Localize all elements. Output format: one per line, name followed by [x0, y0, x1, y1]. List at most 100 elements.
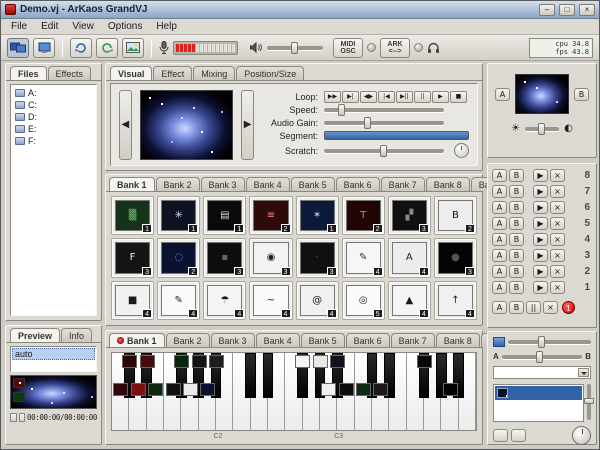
tab-kb-bank-7[interactable]: Bank 7: [391, 333, 435, 347]
tab-bank-5[interactable]: Bank 5: [291, 177, 335, 191]
assign-a-button[interactable]: A: [492, 281, 507, 294]
loop-mode-play-button[interactable]: ▶: [432, 91, 449, 103]
master-a-button[interactable]: A: [492, 301, 507, 314]
clear-layer-button[interactable]: ×: [550, 265, 565, 278]
tab-effect[interactable]: Effect: [153, 66, 192, 80]
tree-item-drive[interactable]: E:: [13, 123, 94, 135]
assign-b-button[interactable]: B: [509, 217, 524, 230]
grid-cell[interactable]: ☂4: [203, 281, 246, 320]
tab-bank-6[interactable]: Bank 6: [336, 177, 380, 191]
key-thumbnail[interactable]: [373, 383, 388, 396]
clear-layer-button[interactable]: ×: [550, 281, 565, 294]
grid-cell[interactable]: ▤1: [203, 196, 246, 235]
minimize-button[interactable]: –: [539, 4, 555, 16]
key-thumbnail[interactable]: [356, 383, 371, 396]
speed-slider[interactable]: [324, 108, 444, 112]
play-layer-button[interactable]: ▶: [533, 233, 548, 246]
assign-a-button[interactable]: A: [492, 201, 507, 214]
assign-a-button[interactable]: A: [492, 233, 507, 246]
audio-gain-slider[interactable]: [324, 121, 444, 125]
key-thumbnail[interactable]: [321, 383, 336, 396]
play-layer-button[interactable]: ▶: [533, 249, 548, 262]
assign-b-button[interactable]: B: [509, 169, 524, 182]
menu-options[interactable]: Options: [101, 20, 149, 33]
assign-b-button[interactable]: B: [509, 249, 524, 262]
assign-b-button[interactable]: B: [509, 265, 524, 278]
tab-kb-bank-4[interactable]: Bank 4: [256, 333, 300, 347]
loop-mode-forward-button[interactable]: ▶▶: [324, 91, 341, 103]
brightness-slider[interactable]: [525, 127, 559, 131]
audio-gain-slider-handle[interactable]: [364, 117, 371, 129]
tab-visual[interactable]: Visual: [110, 66, 152, 80]
tab-kb-bank-8[interactable]: Bank 8: [436, 333, 480, 347]
pause-all-button[interactable]: ||: [526, 301, 541, 314]
tab-kb-bank-1[interactable]: Bank 1: [109, 333, 165, 347]
menu-edit[interactable]: Edit: [34, 20, 65, 33]
key-thumbnail[interactable]: [330, 355, 345, 368]
menu-view[interactable]: View: [65, 20, 101, 33]
crossfader-handle[interactable]: [536, 351, 543, 363]
key-thumbnail[interactable]: [313, 355, 328, 368]
play-layer-button[interactable]: ▶: [533, 201, 548, 214]
loop-mode-pause-button[interactable]: ||: [414, 91, 431, 103]
tab-files[interactable]: Files: [10, 66, 47, 80]
key-thumbnail[interactable]: [113, 383, 128, 396]
tree-item-drive[interactable]: F:: [13, 135, 94, 147]
preview-mode-list[interactable]: auto: [10, 346, 97, 372]
volume-slider-handle[interactable]: [291, 42, 298, 54]
tree-item-drive[interactable]: D:: [13, 111, 94, 123]
output-fullscreen-button[interactable]: [7, 38, 29, 58]
tab-bank-4[interactable]: Bank 4: [246, 177, 290, 191]
key-thumbnail[interactable]: [192, 355, 207, 368]
grid-cell[interactable]: ▲4: [388, 281, 431, 320]
grid-cell[interactable]: ●3: [434, 238, 477, 277]
tab-effects[interactable]: Effects: [48, 66, 91, 80]
tab-bank-7[interactable]: Bank 7: [381, 177, 425, 191]
tab-bank-3[interactable]: Bank 3: [201, 177, 245, 191]
maximize-button[interactable]: □: [559, 4, 575, 16]
grid-cell[interactable]: B2: [434, 196, 477, 235]
layer-list-item[interactable]: [495, 386, 582, 400]
master-volume-slider[interactable]: [267, 46, 323, 50]
master-speed-handle[interactable]: [538, 336, 545, 348]
sync-button[interactable]: [70, 38, 92, 58]
opacity-slider-handle[interactable]: [584, 398, 594, 404]
master-speed-slider[interactable]: [508, 340, 591, 344]
layer-list[interactable]: [493, 384, 584, 422]
layer-opacity-slider[interactable]: [587, 384, 591, 420]
master-knob[interactable]: [572, 426, 591, 445]
key-thumbnail[interactable]: [200, 383, 215, 396]
play-layer-button[interactable]: ▶: [533, 217, 548, 230]
assign-b-button[interactable]: B: [509, 201, 524, 214]
loop-mode-pingpong-button[interactable]: ◀▶: [360, 91, 377, 103]
key-thumbnail[interactable]: [148, 383, 163, 396]
grid-cell[interactable]: @4: [296, 281, 339, 320]
loop-mode-stop-button[interactable]: ■: [450, 91, 467, 103]
key-thumbnail[interactable]: [140, 355, 155, 368]
key-thumbnail[interactable]: [183, 383, 198, 396]
black-key[interactable]: [263, 353, 273, 398]
grid-cell[interactable]: ■4: [111, 281, 154, 320]
clear-layer-button[interactable]: ×: [550, 233, 565, 246]
clear-layer-button[interactable]: ×: [550, 169, 565, 182]
list-item-auto[interactable]: auto: [12, 348, 95, 360]
tab-kb-bank-2[interactable]: Bank 2: [166, 333, 210, 347]
assign-a-button[interactable]: A: [492, 185, 507, 198]
previous-visual-button[interactable]: ◀: [119, 90, 132, 160]
tab-info[interactable]: Info: [61, 328, 92, 342]
loop-mode-hold-button[interactable]: ▶||: [396, 91, 413, 103]
grid-cell[interactable]: T2: [342, 196, 385, 235]
tree-item-drive[interactable]: C:: [13, 99, 94, 111]
grid-cell[interactable]: ·3: [296, 238, 339, 277]
assign-a-button[interactable]: A: [492, 249, 507, 262]
play-layer-button[interactable]: ▶: [533, 265, 548, 278]
grid-cell[interactable]: ◉3: [249, 238, 292, 277]
loop-mode-once-button[interactable]: ▶|: [342, 91, 359, 103]
grid-cell[interactable]: ↑4: [434, 281, 477, 320]
tab-bank-8[interactable]: Bank 8: [426, 177, 470, 191]
channel-b-button[interactable]: B: [574, 88, 589, 101]
tab-kb-bank-3[interactable]: Bank 3: [211, 333, 255, 347]
tab-bank-2[interactable]: Bank 2: [156, 177, 200, 191]
menu-help[interactable]: Help: [149, 20, 184, 33]
master-b-button[interactable]: B: [509, 301, 524, 314]
